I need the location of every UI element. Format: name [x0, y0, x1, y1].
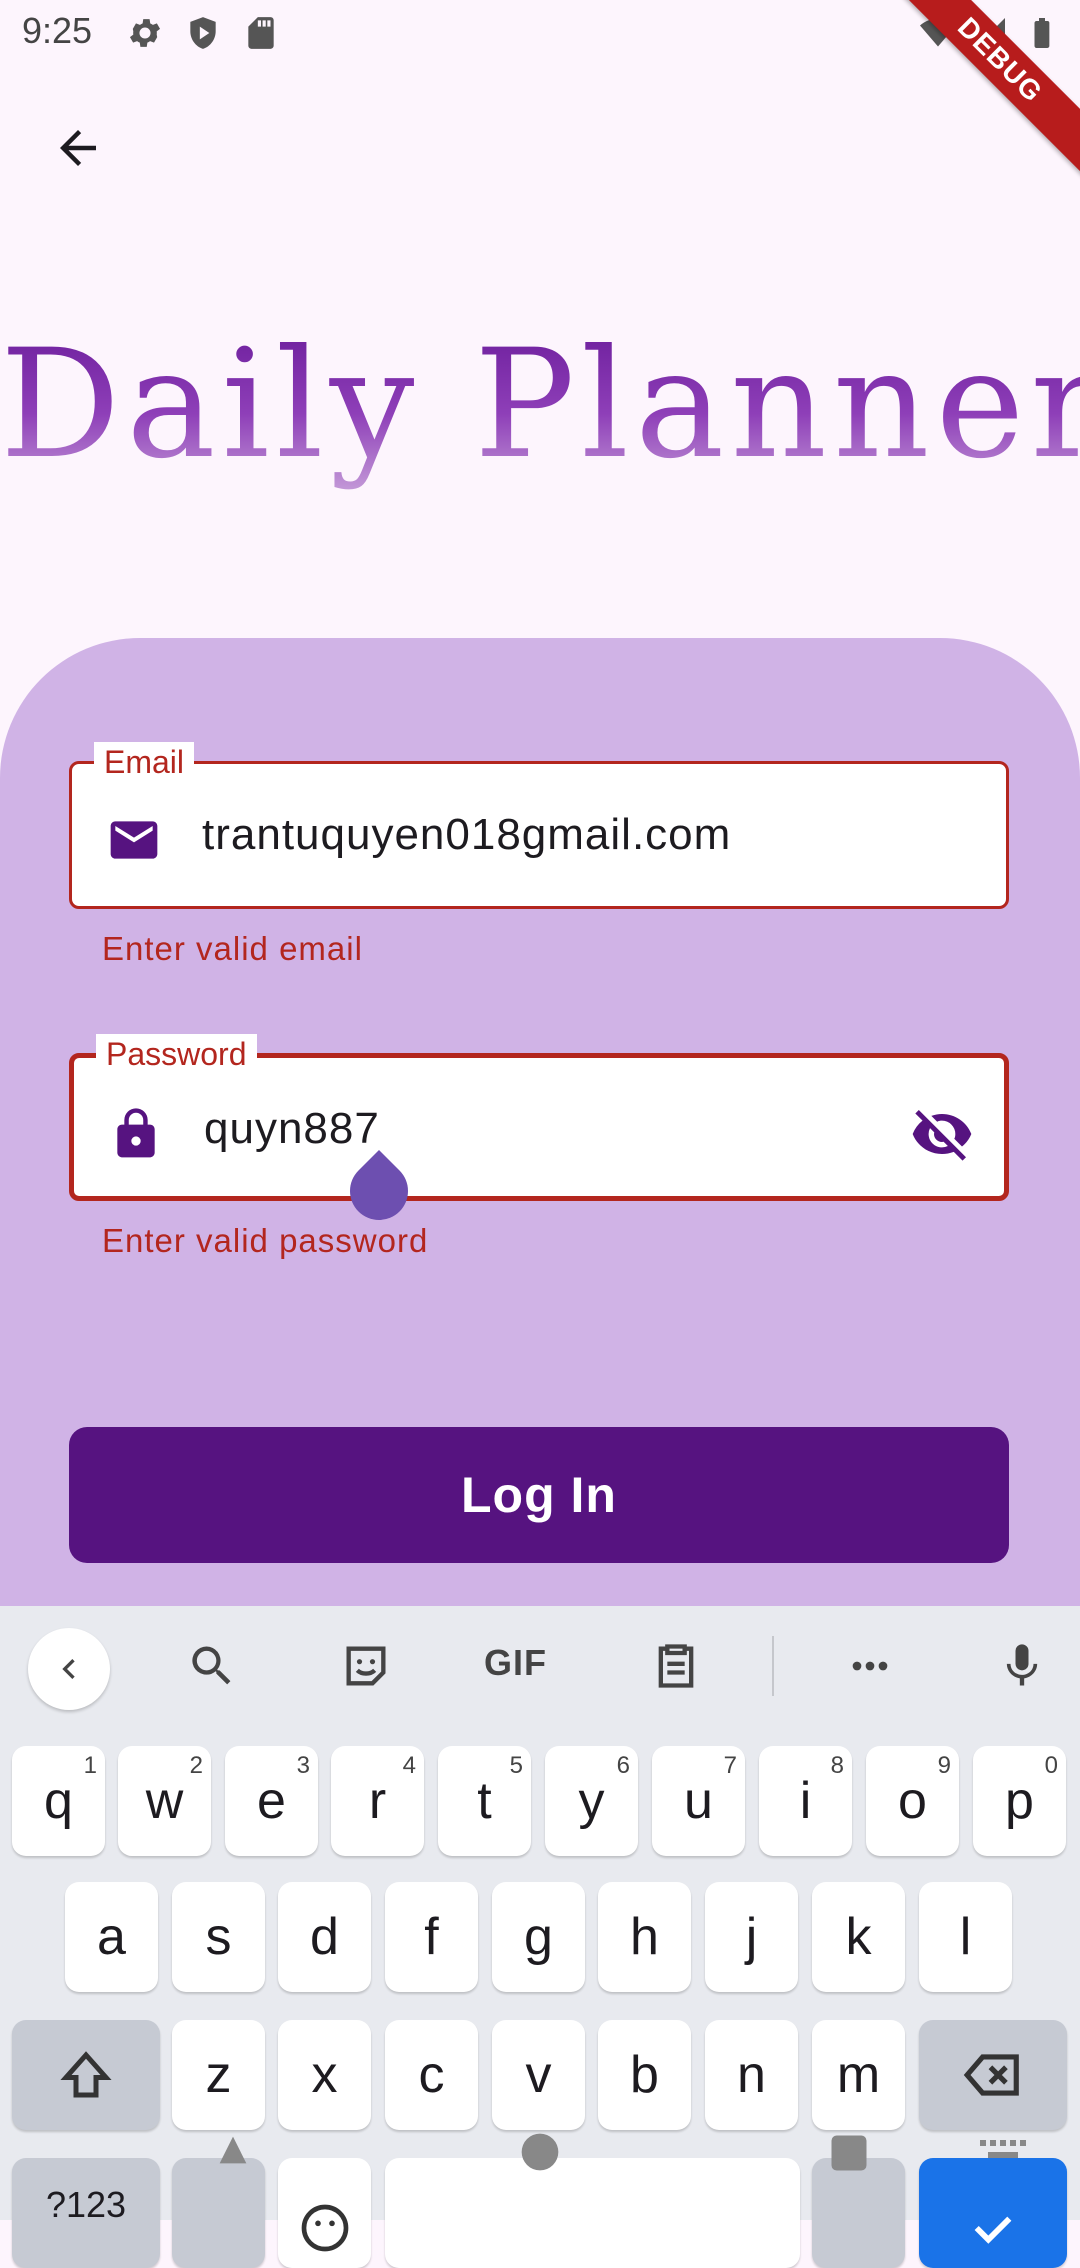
keyboard-clipboard-button[interactable]	[648, 1638, 704, 1694]
key-p[interactable]: p0	[973, 1746, 1066, 1856]
login-button[interactable]: Log In	[69, 1427, 1009, 1563]
soft-keyboard: GIF q1 w2 e3 r4 t5 y6 u7 i8 o9 p0 a s d …	[0, 1606, 1080, 2268]
key-u[interactable]: u7	[652, 1746, 745, 1856]
lock-icon	[117, 1108, 155, 1158]
app-title: Daily Planner	[0, 318, 1080, 492]
email-label: Email	[94, 742, 195, 782]
keyboard-switch-icon[interactable]	[980, 2140, 1028, 2162]
sd-card-icon	[248, 17, 274, 49]
key-k[interactable]: k	[812, 1882, 905, 1992]
keyboard-sticker-button[interactable]	[338, 1638, 394, 1694]
password-field[interactable]: Password quyn887	[69, 1034, 1009, 1201]
key-q[interactable]: q1	[12, 1746, 105, 1856]
shift-icon	[60, 2051, 112, 2098]
email-value: trantuquyen018gmail.com	[202, 810, 732, 859]
battery-icon	[1034, 18, 1050, 48]
back-button[interactable]	[40, 110, 116, 186]
key-y[interactable]: y6	[545, 1746, 638, 1856]
space-key[interactable]	[385, 2158, 800, 2268]
key-b[interactable]: b	[598, 2020, 691, 2130]
email-error: Enter valid email	[102, 930, 363, 967]
visibility-off-icon[interactable]	[910, 1102, 974, 1166]
chevron-left-icon	[62, 1659, 75, 1679]
microphone-icon	[1006, 1644, 1038, 1686]
key-g[interactable]: g	[492, 1882, 585, 1992]
more-horiz-icon	[852, 1661, 888, 1671]
sticker-icon	[346, 1646, 386, 1686]
key-o[interactable]: o9	[866, 1746, 959, 1856]
status-time: 9:25	[22, 10, 93, 51]
keyboard-collapse-button[interactable]	[28, 1628, 110, 1710]
symbols-key[interactable]: ?123	[12, 2158, 160, 2268]
keyboard-voice-button[interactable]	[994, 1638, 1050, 1694]
password-value: quyn887	[204, 1104, 380, 1153]
key-r[interactable]: r4	[331, 1746, 424, 1856]
key-t[interactable]: t5	[438, 1746, 531, 1856]
key-l[interactable]: l	[919, 1882, 1012, 1992]
nav-recents-icon[interactable]	[828, 2132, 870, 2174]
key-a[interactable]: a	[65, 1882, 158, 1992]
email-field[interactable]: Email trantuquyen018gmail.com	[69, 742, 1009, 909]
key-x[interactable]: x	[278, 2020, 371, 2130]
keyboard-search-button[interactable]	[184, 1638, 240, 1694]
done-key[interactable]	[919, 2158, 1067, 2268]
backspace-key[interactable]	[919, 2020, 1067, 2130]
key-e[interactable]: e3	[225, 1746, 318, 1856]
keyboard-toolbar: GIF	[0, 1606, 1080, 1724]
check-icon	[974, 2216, 1012, 2244]
search-icon	[192, 1646, 231, 1685]
nav-home-icon[interactable]	[518, 2130, 562, 2174]
arrow-back-icon	[60, 130, 96, 166]
comma-key[interactable]	[172, 2158, 265, 2268]
settings-icon	[129, 19, 161, 47]
emoji-icon	[301, 2204, 348, 2252]
key-s[interactable]: s	[172, 1882, 265, 1992]
shift-key[interactable]	[12, 2020, 160, 2130]
emoji-key[interactable]	[278, 2158, 371, 2268]
key-w[interactable]: w2	[118, 1746, 211, 1856]
key-m[interactable]: m	[812, 2020, 905, 2130]
key-h[interactable]: h	[598, 1882, 691, 1992]
key-d[interactable]: d	[278, 1882, 371, 1992]
keyboard-gif-button[interactable]: GIF	[484, 1642, 547, 1684]
keyboard-more-button[interactable]	[842, 1638, 898, 1694]
key-z[interactable]: z	[172, 2020, 265, 2130]
backspace-icon	[963, 2054, 1019, 2096]
key-n[interactable]: n	[705, 2020, 798, 2130]
mail-icon	[110, 821, 158, 859]
key-j[interactable]: j	[705, 1882, 798, 1992]
key-v[interactable]: v	[492, 2020, 585, 2130]
period-key[interactable]	[812, 2158, 905, 2268]
password-error: Enter valid password	[102, 1222, 429, 1259]
play-protect-icon	[190, 17, 216, 49]
key-i[interactable]: i8	[759, 1746, 852, 1856]
toolbar-divider	[772, 1636, 774, 1696]
nav-back-icon[interactable]	[208, 2130, 258, 2170]
status-notification-icons	[126, 14, 280, 52]
clipboard-icon	[658, 1644, 694, 1688]
password-label: Password	[96, 1034, 257, 1074]
key-c[interactable]: c	[385, 2020, 478, 2130]
key-f[interactable]: f	[385, 1882, 478, 1992]
